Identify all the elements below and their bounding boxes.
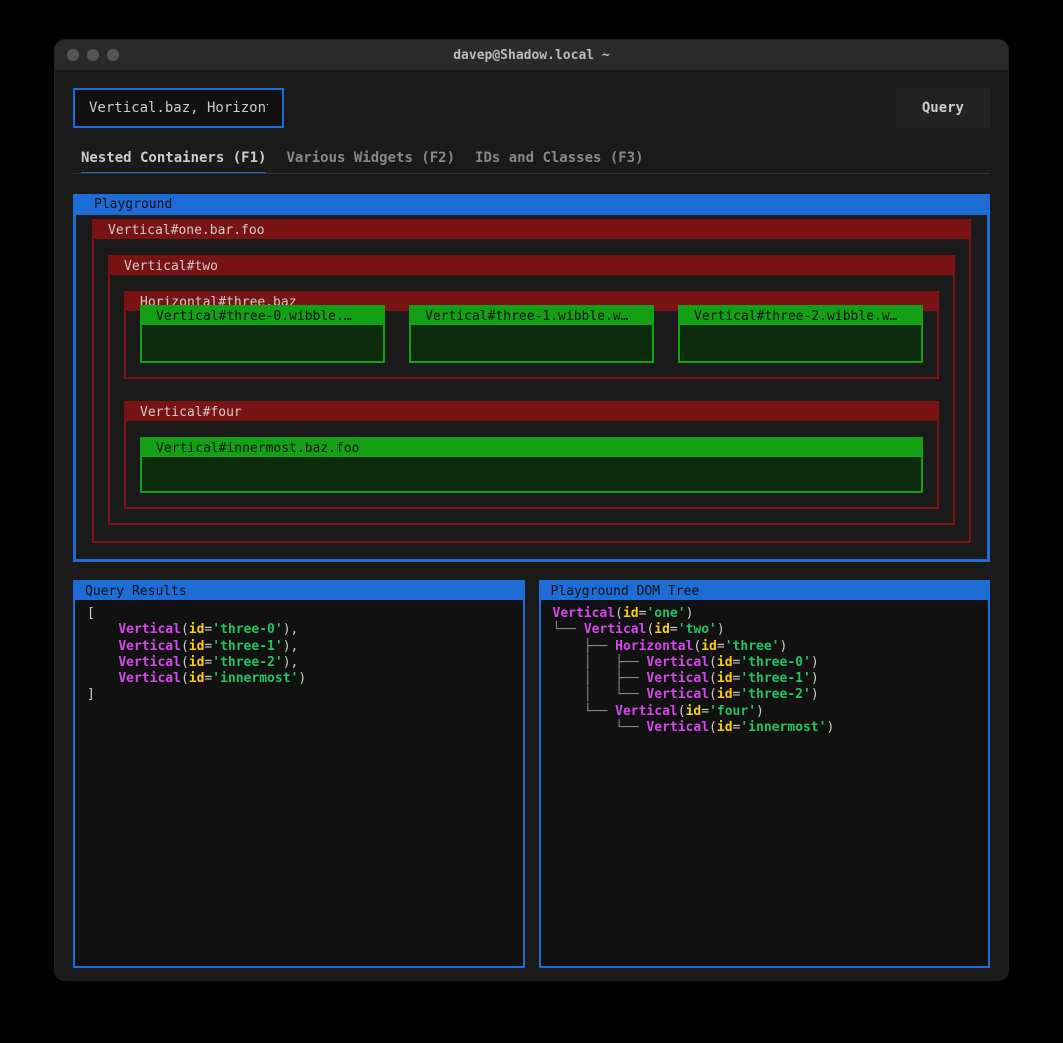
query-results-body: [ Vertical(id='three-0'), Vertical(id='t… [87, 606, 511, 704]
playground-panel: Playground Vertical#one.bar.foo Vertical… [73, 194, 990, 562]
vertical-one: Vertical#one.bar.foo Vertical#two Horizo… [92, 219, 971, 543]
playground-title: Playground [88, 197, 178, 212]
query-input[interactable] [73, 88, 284, 128]
dom-tree-panel: Playground DOM Tree Vertical(id='one') └… [539, 580, 991, 968]
bottom-panels: Query Results [ Vertical(id='three-0'), … [73, 580, 990, 968]
vertical-three-0-label: Vertical#three-0.wibble.… [142, 307, 383, 325]
app-content: Query Nested Containers (F1) Various Wid… [55, 70, 1008, 980]
query-button[interactable]: Query [896, 88, 990, 128]
vertical-one-label: Vertical#one.bar.foo [94, 221, 969, 239]
tab-underline [73, 173, 990, 174]
dom-tree-body: Vertical(id='one') └── Vertical(id='two'… [553, 606, 977, 736]
vertical-four-label: Vertical#four [126, 403, 937, 421]
terminal-window: davep@Shadow.local ~ Query Nested Contai… [55, 40, 1008, 980]
window-titlebar: davep@Shadow.local ~ [55, 40, 1008, 70]
vertical-three-2: Vertical#three-2.wibble.w… [678, 305, 923, 363]
vertical-two-label: Vertical#two [110, 257, 953, 275]
vertical-two: Vertical#two Horizontal#three.baz Vertic… [108, 255, 955, 525]
dom-tree-title: Playground DOM Tree [541, 582, 989, 600]
tab-ids-and-classes[interactable]: IDs and Classes (F3) [475, 150, 644, 174]
query-input-wrap [73, 88, 882, 128]
vertical-three-0: Vertical#three-0.wibble.… [140, 305, 385, 363]
vertical-four: Vertical#four Vertical#innermost.baz.foo [124, 401, 939, 509]
tab-various-widgets[interactable]: Various Widgets (F2) [286, 150, 455, 174]
query-results-panel: Query Results [ Vertical(id='three-0'), … [73, 580, 525, 968]
vertical-innermost: Vertical#innermost.baz.foo [140, 437, 923, 493]
tab-nested-containers[interactable]: Nested Containers (F1) [81, 150, 266, 174]
query-results-title: Query Results [75, 582, 523, 600]
horizontal-three: Horizontal#three.baz Vertical#three-0.wi… [124, 291, 939, 379]
vertical-three-2-label: Vertical#three-2.wibble.w… [680, 307, 921, 325]
vertical-three-1-label: Vertical#three-1.wibble.w… [411, 307, 652, 325]
vertical-innermost-label: Vertical#innermost.baz.foo [142, 439, 921, 457]
vertical-three-1: Vertical#three-1.wibble.w… [409, 305, 654, 363]
tab-bar: Nested Containers (F1) Various Widgets (… [73, 150, 990, 174]
window-title: davep@Shadow.local ~ [55, 48, 1008, 63]
query-bar: Query [73, 88, 990, 128]
